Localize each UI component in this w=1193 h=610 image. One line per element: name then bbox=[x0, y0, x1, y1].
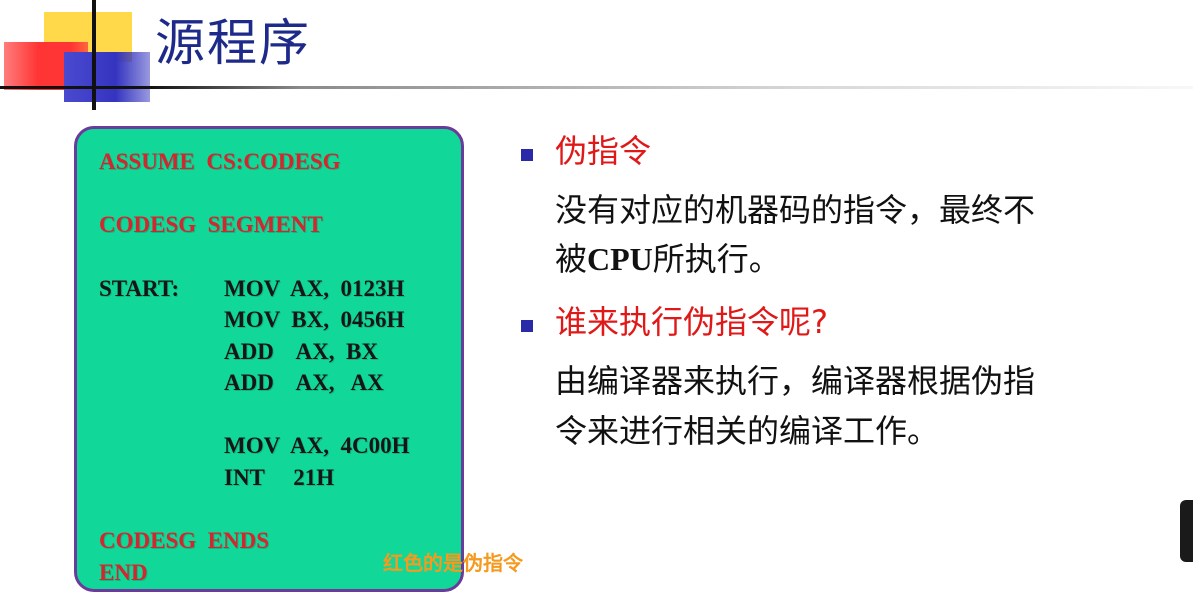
title-underline bbox=[0, 86, 1193, 89]
bullet1-heading: 伪指令 bbox=[555, 132, 652, 170]
slide-title: 源程序 bbox=[155, 14, 311, 72]
code-line-add-ax-ax: ADD AX, AX bbox=[224, 370, 384, 395]
bullet2-line1: 由编译器来执行，编译器根据伪指 bbox=[555, 362, 1036, 400]
bullet1-line2-prefix: 被 bbox=[555, 240, 588, 278]
code-line-int: INT 21H bbox=[224, 465, 335, 490]
code-line-segment: CODESG SEGMENT bbox=[99, 212, 323, 237]
code-line-mov-bx: MOV BX, 0456H bbox=[224, 307, 405, 332]
code-line-add-ax-bx: ADD AX, BX bbox=[224, 339, 378, 364]
code-line-end: END bbox=[99, 560, 148, 585]
bullet2-heading: 谁来执行伪指令呢? bbox=[555, 303, 828, 341]
code-box: ASSUME CS:CODESG CODESG SEGMENT START: M… bbox=[74, 126, 464, 592]
bullet1-line1: 没有对应的机器码的指令，最终不 bbox=[555, 191, 1036, 229]
code-line-mov-ax: MOV AX, 0123H bbox=[224, 276, 405, 301]
deco-blue-square bbox=[64, 52, 150, 102]
slide: 源程序 ASSUME CS:CODESG CODESG SEGMENT STAR… bbox=[0, 0, 1193, 610]
overlay-note: 红色的是伪指令 bbox=[383, 551, 523, 575]
code-label-start: START: bbox=[99, 276, 180, 301]
bullet-square-icon bbox=[521, 320, 533, 332]
code-line-assume: ASSUME CS:CODESG bbox=[99, 149, 341, 174]
bullet1-line2-suffix: 所执行。 bbox=[652, 240, 781, 278]
code-line-mov-4c00: MOV AX, 4C00H bbox=[224, 433, 410, 458]
side-scroll-handle[interactable] bbox=[1180, 500, 1193, 562]
bullet1-line2-cpu: CPU bbox=[587, 241, 653, 277]
bullet-square-icon bbox=[521, 149, 533, 161]
bullet1-line2: 被CPU所执行。 bbox=[555, 236, 781, 282]
bullet2-line2: 令来进行相关的编译工作。 bbox=[555, 412, 940, 450]
code-line-ends: CODESG ENDS bbox=[99, 528, 269, 553]
deco-vertical-line bbox=[92, 0, 96, 110]
